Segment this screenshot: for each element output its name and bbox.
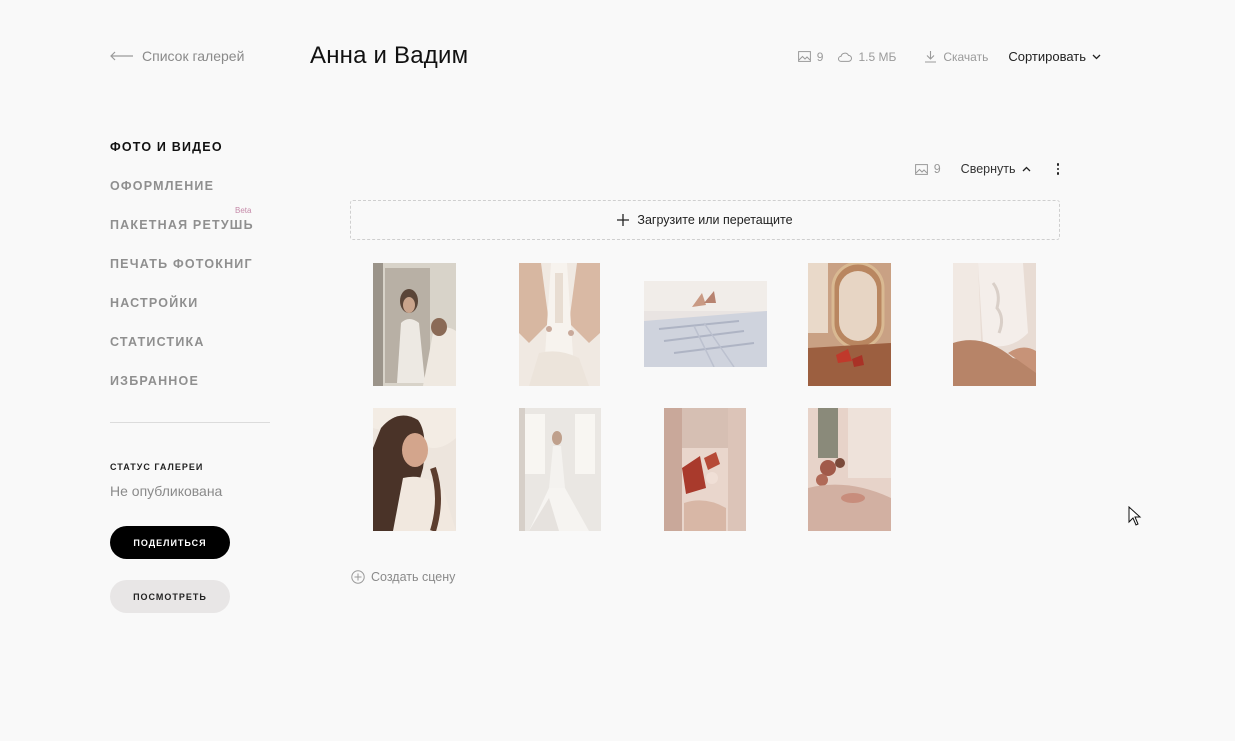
photo-thumbnail-shoes-by-mirror[interactable]	[808, 263, 891, 386]
gallery-title: Анна и Вадим	[310, 42, 469, 69]
sidebar-item-settings[interactable]: НАСТРОЙКИ	[110, 296, 198, 310]
beta-badge: Beta	[235, 206, 252, 215]
sidebar-item-label: ИЗБРАННОЕ	[110, 374, 199, 388]
upload-dropzone[interactable]: Загрузите или перетащите	[350, 200, 1060, 240]
sidebar-item-label: ПАКЕТНАЯ РЕТУШЬ	[110, 218, 254, 232]
sidebar-item-favorites[interactable]: ИЗБРАННОЕ	[110, 374, 199, 388]
photo-thumbnail-bride-mirror-portrait[interactable]	[373, 263, 456, 386]
back-link-label: Список галерей	[142, 48, 245, 64]
header-toolbar: 9 1.5 МБ Скачать Сортировать	[797, 49, 1101, 64]
sidebar-item-batch-retouch[interactable]: ПАКЕТНАЯ РЕТУШЬ Beta	[110, 206, 254, 232]
plus-icon	[617, 214, 630, 226]
sidebar-item-photobook-print[interactable]: ПЕЧАТЬ ФОТОКНИГ	[110, 257, 253, 271]
photo-thumbnail-dress-lacing-back[interactable]	[519, 263, 600, 386]
share-button[interactable]: ПОДЕЛИТЬСЯ	[110, 526, 230, 559]
download-label: Скачать	[943, 49, 989, 64]
image-icon	[797, 51, 811, 62]
more-options-button[interactable]	[1056, 163, 1059, 175]
sort-label: Сортировать	[1008, 49, 1086, 64]
sidebar-item-label: НАСТРОЙКИ	[110, 296, 199, 310]
section-toolbar: 9 Свернуть	[914, 162, 1059, 176]
photo-thumbnail-bride-at-window[interactable]	[519, 408, 601, 531]
section-photo-count-value: 9	[933, 162, 941, 176]
upload-label: Загрузите или перетащите	[637, 213, 793, 227]
create-scene-button[interactable]: Создать сцену	[351, 570, 455, 584]
view-button[interactable]: ПОСМОТРЕТЬ	[110, 580, 230, 613]
gallery-status-value: Не опубликована	[110, 483, 223, 499]
sidebar-item-photo-video[interactable]: ФОТО И ВИДЕО	[110, 140, 223, 154]
sidebar-item-label: ОФОРМЛЕНИЕ	[110, 179, 215, 193]
photo-count: 9	[797, 49, 824, 64]
create-scene-label: Создать сцену	[371, 570, 456, 584]
photo-thumbnail-bride-smiling-profile[interactable]	[373, 408, 456, 531]
sort-dropdown[interactable]: Сортировать	[1008, 49, 1101, 64]
mouse-cursor-icon	[1128, 506, 1142, 526]
chevron-up-icon	[1022, 166, 1030, 172]
sidebar-item-statistics[interactable]: СТАТИСТИКА	[110, 335, 205, 349]
arrow-left-icon	[110, 51, 133, 61]
back-to-galleries-link[interactable]: Список галерей	[110, 48, 244, 64]
chevron-down-icon	[1092, 54, 1101, 59]
sidebar-item-label: ФОТО И ВИДЕО	[110, 140, 223, 154]
photo-thumbnail-bridal-shoes-on-rug[interactable]	[644, 281, 767, 367]
sidebar-item-design[interactable]: ОФОРМЛЕНИЕ	[110, 179, 214, 193]
sidebar-item-label: СТАТИСТИКА	[110, 335, 205, 349]
photo-thumbnail-red-shoes-detail[interactable]	[664, 408, 746, 531]
photo-thumbnail-lace-back-detail[interactable]	[953, 263, 1036, 386]
download-button[interactable]: Скачать	[924, 50, 988, 64]
sidebar-divider	[110, 422, 270, 423]
gallery-size: 1.5 МБ	[837, 50, 896, 64]
plus-circle-icon	[351, 570, 365, 584]
sidebar-item-label: ПЕЧАТЬ ФОТОКНИГ	[110, 257, 253, 271]
image-icon	[914, 163, 928, 175]
section-photo-count: 9	[914, 162, 941, 176]
cloud-icon	[838, 52, 853, 62]
gallery-size-value: 1.5 МБ	[858, 49, 897, 64]
photo-thumbnail-decor-still-life[interactable]	[808, 408, 891, 531]
collapse-label: Свернуть	[960, 162, 1016, 176]
gallery-status-label: СТАТУС ГАЛЕРЕИ	[110, 462, 204, 472]
photo-count-value: 9	[816, 49, 824, 64]
download-icon	[925, 51, 937, 63]
collapse-button[interactable]: Свернуть	[961, 162, 1031, 176]
